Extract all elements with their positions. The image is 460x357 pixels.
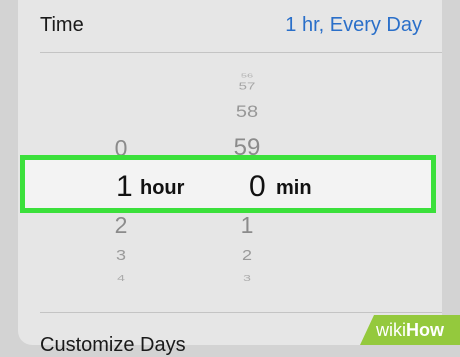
divider bbox=[40, 312, 442, 313]
minute-option[interactable]: 58 bbox=[217, 103, 277, 123]
wikihow-watermark: wikiHow bbox=[360, 315, 460, 345]
selected-hour: 1 bbox=[116, 170, 133, 203]
customize-days-row[interactable]: Customize Days bbox=[40, 334, 186, 357]
hour-unit-label: hour bbox=[140, 177, 185, 199]
selected-minute: 0 bbox=[249, 170, 266, 203]
minute-unit-label: min bbox=[276, 177, 312, 199]
hour-option[interactable]: 3 bbox=[91, 247, 151, 264]
divider bbox=[40, 52, 442, 53]
time-row[interactable]: Time 1 hr, Every Day bbox=[40, 14, 422, 42]
watermark-how: How bbox=[406, 320, 444, 340]
minute-option[interactable]: 2 bbox=[217, 247, 277, 264]
minute-option[interactable]: 1 bbox=[217, 212, 277, 239]
minute-option[interactable]: 56 bbox=[217, 73, 277, 79]
time-value[interactable]: 1 hr, Every Day bbox=[285, 14, 422, 37]
hour-option[interactable]: 2 bbox=[91, 212, 151, 239]
watermark-wiki: wiki bbox=[376, 320, 406, 340]
time-label: Time bbox=[40, 14, 84, 36]
picker-selection-highlight[interactable]: 1 hour 0 min bbox=[20, 155, 436, 213]
minute-option[interactable]: 57 bbox=[217, 81, 277, 92]
minute-option[interactable]: 3 bbox=[217, 273, 277, 283]
hour-option[interactable]: 4 bbox=[91, 273, 151, 283]
